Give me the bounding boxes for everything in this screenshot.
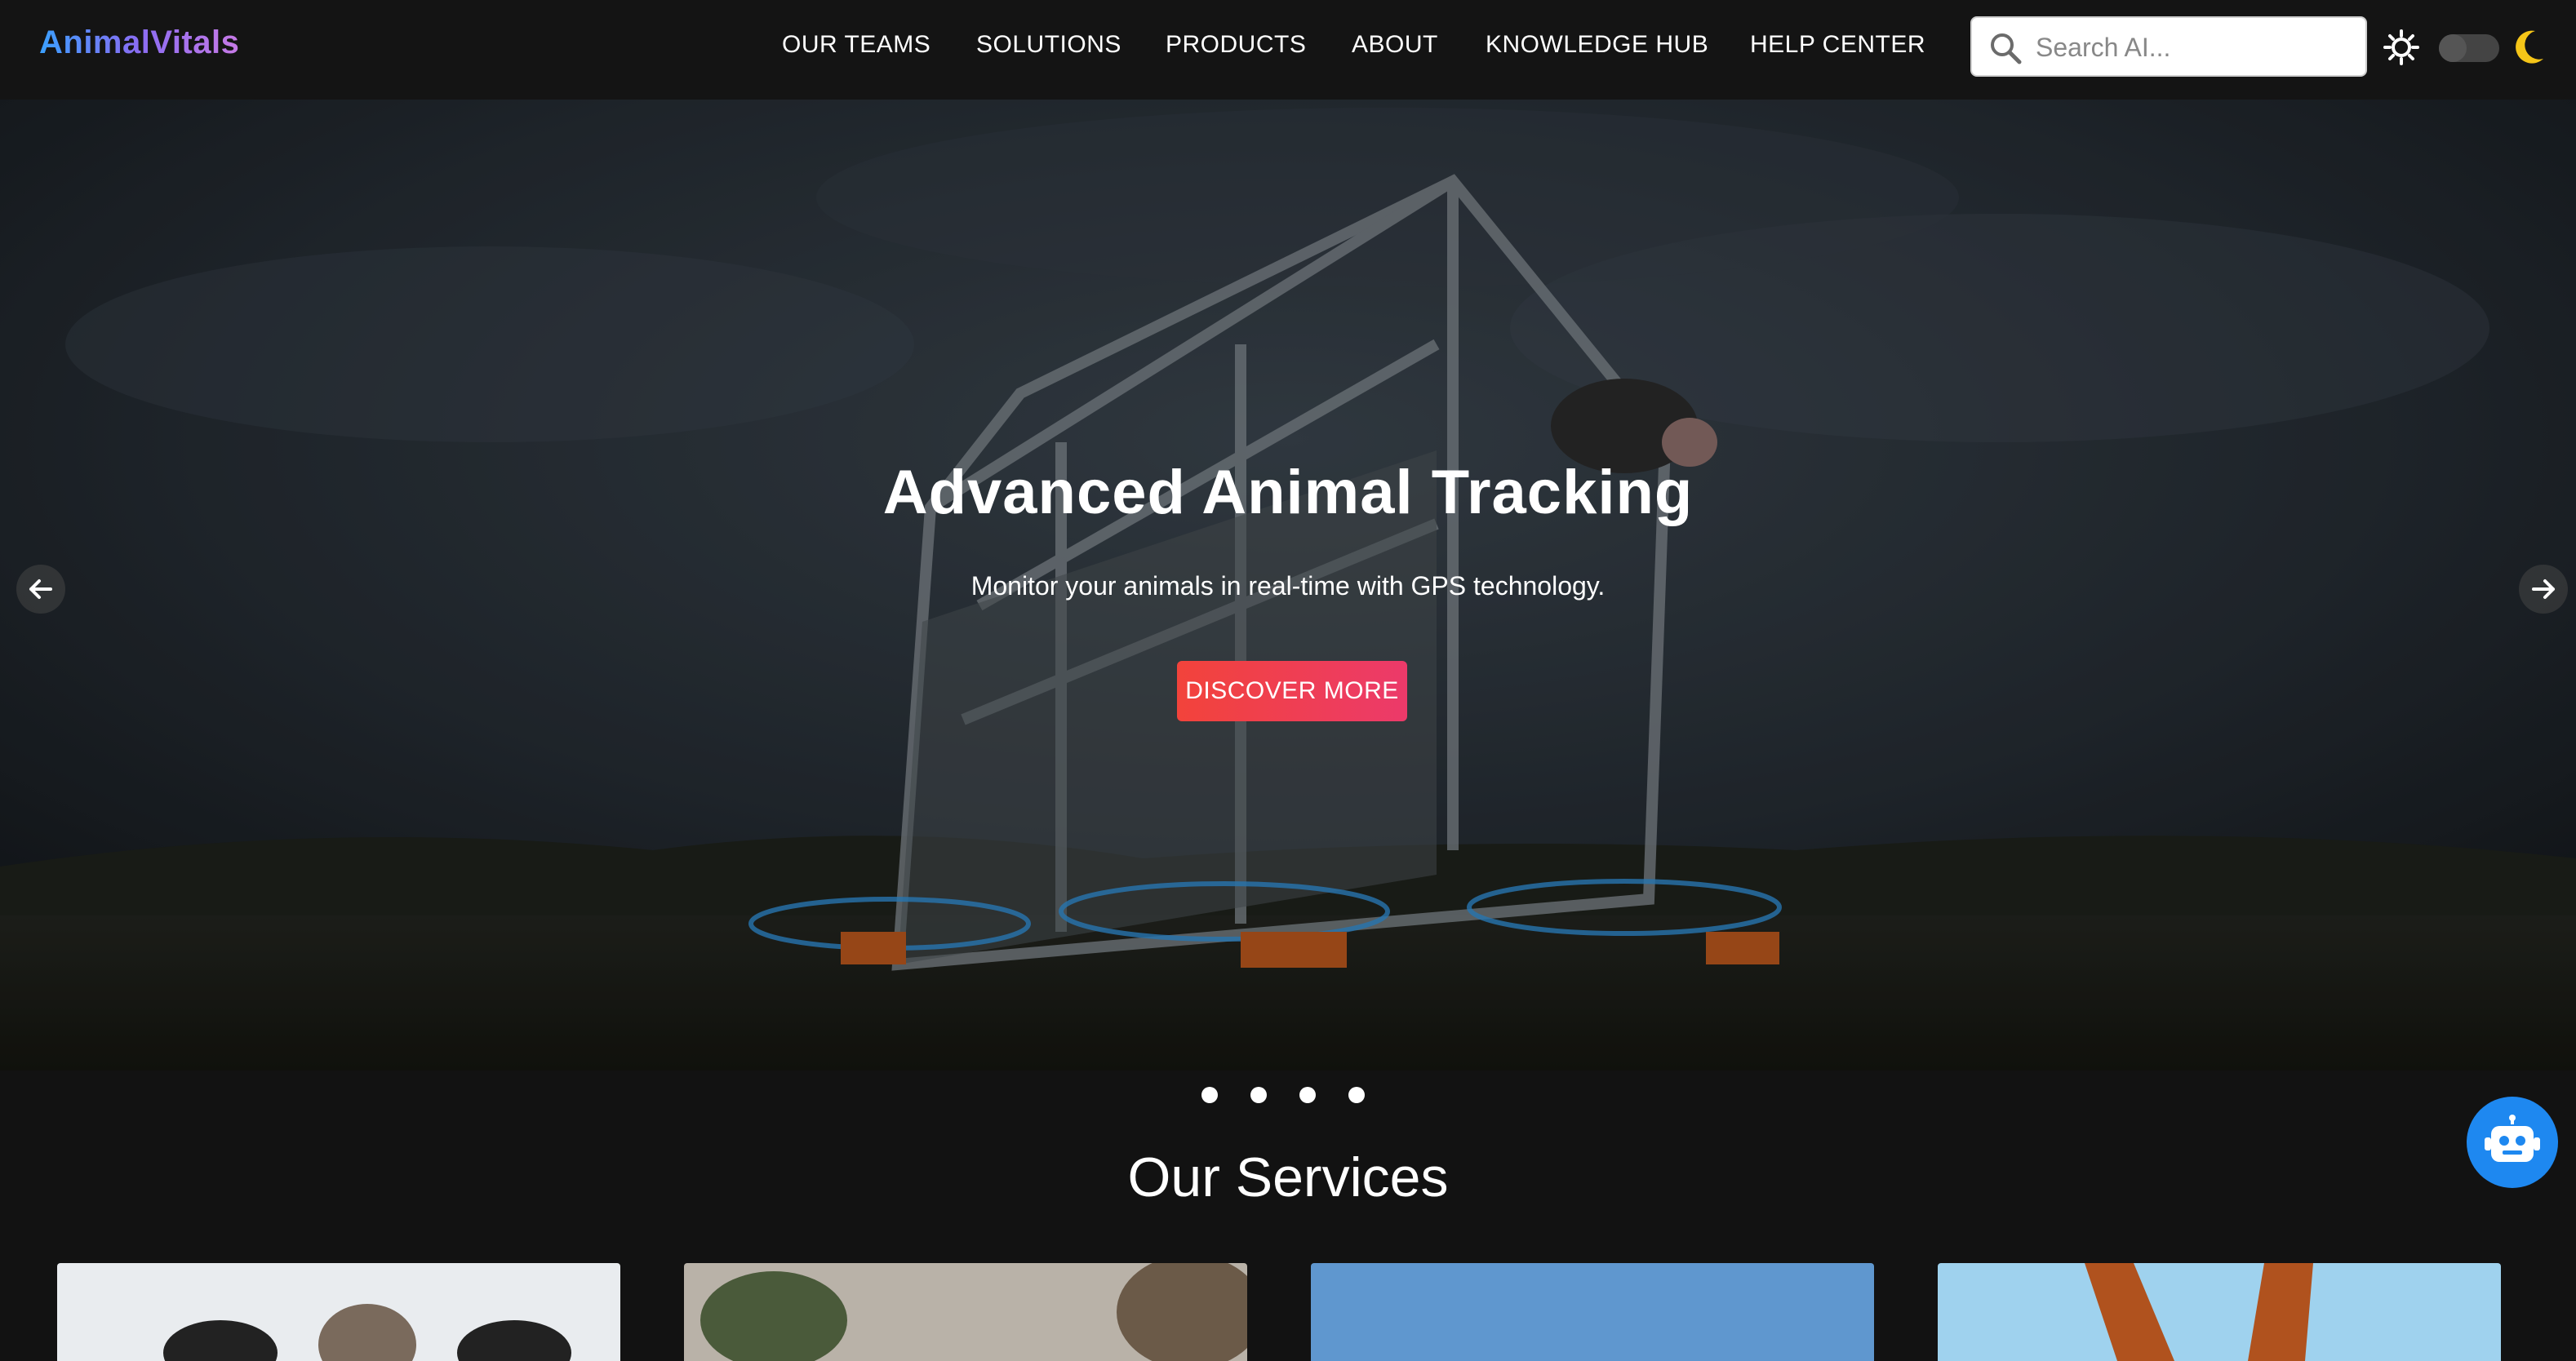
nav-help-center[interactable]: HELP CENTER	[1750, 31, 1925, 59]
robot-icon	[2485, 1115, 2540, 1162]
hero-title: Advanced Animal Tracking	[882, 458, 1694, 527]
service-card-2[interactable]	[684, 1263, 1247, 1361]
sun-icon[interactable]	[2383, 29, 2419, 65]
nav-solutions[interactable]: SOLUTIONS	[976, 31, 1121, 59]
top-navbar: AnimalVitals OUR TEAMS SOLUTIONS PRODUCT…	[0, 0, 2576, 100]
carousel-dot-2[interactable]	[1250, 1087, 1267, 1103]
service-card-3[interactable]	[1311, 1263, 1874, 1361]
moon-icon[interactable]	[2511, 28, 2547, 67]
discover-more-button[interactable]: DISCOVER MORE	[1177, 661, 1407, 721]
arrow-left-icon	[29, 579, 52, 599]
search-icon	[1991, 33, 2022, 64]
carousel-dot-4[interactable]	[1348, 1087, 1365, 1103]
search-box	[1970, 16, 2367, 77]
toggle-knob	[2439, 34, 2467, 62]
chatbot-button[interactable]	[2467, 1097, 2558, 1188]
carousel-dot-3[interactable]	[1299, 1087, 1316, 1103]
service-card-image	[1311, 1263, 1874, 1361]
theme-toggle[interactable]	[2439, 34, 2499, 62]
brand-logo[interactable]: AnimalVitals	[39, 24, 239, 61]
service-card-4[interactable]	[1938, 1263, 2501, 1361]
nav-products[interactable]: PRODUCTS	[1166, 31, 1306, 59]
carousel-dot-1[interactable]	[1201, 1087, 1218, 1103]
service-card-1[interactable]	[57, 1263, 620, 1361]
arrow-right-icon	[2532, 579, 2555, 599]
carousel-next-button[interactable]	[2519, 565, 2568, 614]
nav-about[interactable]: ABOUT	[1352, 31, 1438, 59]
service-card-image	[57, 1263, 620, 1361]
service-card-image	[684, 1263, 1247, 1361]
service-card-image	[1938, 1263, 2501, 1361]
services-heading: Our Services	[1127, 1146, 1449, 1208]
search-input[interactable]	[2034, 24, 2356, 70]
nav-our-teams[interactable]: OUR TEAMS	[782, 31, 930, 59]
nav-knowledge-hub[interactable]: KNOWLEDGE HUB	[1486, 31, 1708, 59]
carousel-prev-button[interactable]	[16, 565, 65, 614]
hero-subtitle: Monitor your animals in real-time with G…	[970, 571, 1606, 601]
hero-carousel: Advanced Animal Tracking Monitor your an…	[0, 100, 2576, 1071]
